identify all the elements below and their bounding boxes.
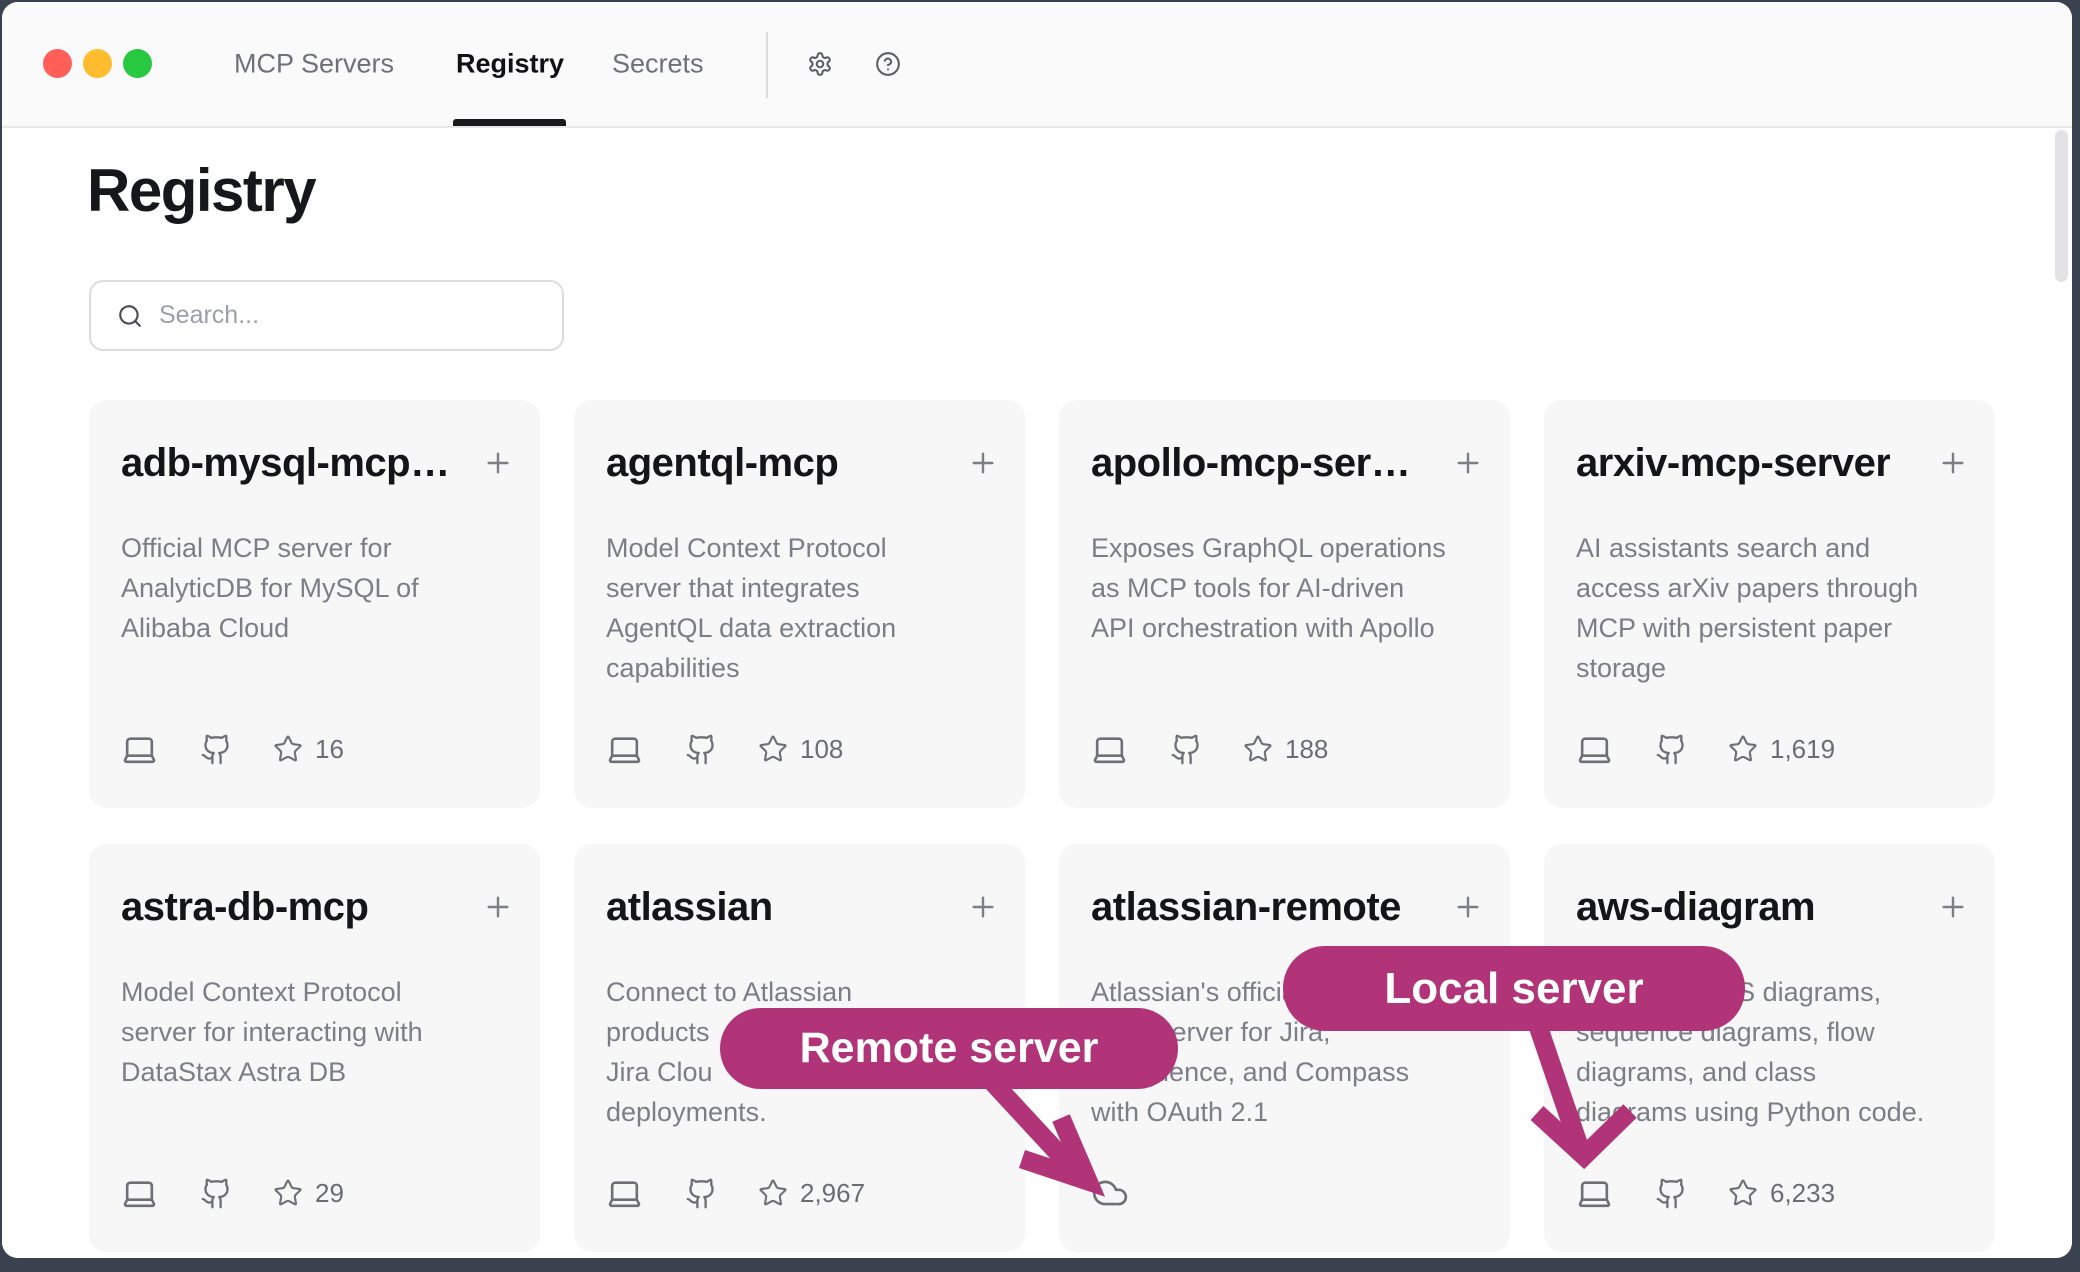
server-card-aws-diagram[interactable]: aws-diagram Generate AWS diagrams,sequen… <box>1544 844 1995 1252</box>
search-input[interactable] <box>159 282 548 349</box>
server-card-agentql-mcp[interactable]: agentql-mcp Model Context Protocolserver… <box>574 400 1025 808</box>
server-card-apollo-mcp-server[interactable]: apollo-mcp-ser… Exposes GraphQL operatio… <box>1059 400 1510 808</box>
server-name: arxiv-mcp-server <box>1576 441 1890 486</box>
laptop-icon <box>121 731 158 768</box>
window-minimize-button[interactable] <box>83 49 112 78</box>
star-count: 6,233 <box>1770 1178 1835 1209</box>
server-card-adb-mysql-mcp[interactable]: adb-mysql-mcp… Official MCP server forAn… <box>89 400 540 808</box>
star-icon <box>273 734 303 764</box>
star-count: 2,967 <box>800 1178 865 1209</box>
laptop-icon <box>1091 731 1128 768</box>
star-count: 16 <box>315 734 344 765</box>
star-icon <box>1728 734 1758 764</box>
server-name: atlassian <box>606 885 773 930</box>
tab-registry[interactable]: Registry <box>456 49 564 80</box>
search-icon <box>117 303 143 329</box>
server-name: adb-mysql-mcp… <box>121 441 450 486</box>
window-zoom-button[interactable] <box>123 49 152 78</box>
server-description: Model Context Protocolserver that integr… <box>606 528 999 688</box>
add-server-button[interactable] <box>1452 447 1484 479</box>
server-card-arxiv-mcp-server[interactable]: arxiv-mcp-server AI assistants search an… <box>1544 400 1995 808</box>
star-icon <box>1728 1178 1758 1208</box>
page-title: Registry <box>87 156 315 225</box>
add-server-button[interactable] <box>1937 447 1969 479</box>
server-description: AI assistants search andaccess arXiv pap… <box>1576 528 1969 688</box>
window-close-button[interactable] <box>43 49 72 78</box>
scrollbar-thumb[interactable] <box>2055 130 2068 282</box>
tab-mcp-servers[interactable]: MCP Servers <box>234 49 394 80</box>
laptop-icon <box>1576 1175 1613 1212</box>
star-count: 188 <box>1285 734 1328 765</box>
github-icon[interactable] <box>200 733 233 766</box>
add-server-button[interactable] <box>1937 891 1969 923</box>
active-tab-underline <box>453 119 566 126</box>
local-server-callout: Local server <box>1283 946 1745 1031</box>
server-name: agentql-mcp <box>606 441 838 486</box>
add-server-button[interactable] <box>1452 891 1484 923</box>
star-count: 29 <box>315 1178 344 1209</box>
add-server-button[interactable] <box>967 447 999 479</box>
star-icon <box>758 1178 788 1208</box>
search-box[interactable] <box>89 280 564 351</box>
github-icon[interactable] <box>1170 733 1203 766</box>
github-icon[interactable] <box>200 1177 233 1210</box>
add-server-button[interactable] <box>482 891 514 923</box>
github-icon[interactable] <box>1655 733 1688 766</box>
star-icon <box>758 734 788 764</box>
help-icon[interactable] <box>875 51 901 77</box>
toolbar: MCP Servers Registry Secrets <box>2 2 2072 128</box>
server-name: atlassian-remote <box>1091 885 1401 930</box>
laptop-icon <box>1576 731 1613 768</box>
laptop-icon <box>606 731 643 768</box>
github-icon[interactable] <box>685 733 718 766</box>
github-icon[interactable] <box>1655 1177 1688 1210</box>
star-count: 108 <box>800 734 843 765</box>
cloud-icon <box>1091 1174 1129 1212</box>
laptop-icon <box>606 1175 643 1212</box>
tab-secrets[interactable]: Secrets <box>612 49 704 80</box>
server-description: Exposes GraphQL operationsas MCP tools f… <box>1091 528 1484 648</box>
server-name: apollo-mcp-ser… <box>1091 441 1410 486</box>
star-count: 1,619 <box>1770 734 1835 765</box>
remote-server-callout: Remote server <box>720 1008 1178 1089</box>
settings-gear-icon[interactable] <box>807 51 833 77</box>
star-icon <box>273 1178 303 1208</box>
server-name: aws-diagram <box>1576 885 1815 930</box>
toolbar-divider <box>766 32 768 98</box>
server-name: astra-db-mcp <box>121 885 368 930</box>
server-card-grid: adb-mysql-mcp… Official MCP server forAn… <box>89 400 1995 1252</box>
github-icon[interactable] <box>685 1177 718 1210</box>
laptop-icon <box>121 1175 158 1212</box>
app-window: MCP Servers Registry Secrets Registry <box>2 2 2072 1258</box>
server-description: Official MCP server forAnalyticDB for My… <box>121 528 514 648</box>
add-server-button[interactable] <box>967 891 999 923</box>
server-description: Model Context Protocolserver for interac… <box>121 972 514 1092</box>
star-icon <box>1243 734 1273 764</box>
server-card-astra-db-mcp[interactable]: astra-db-mcp Model Context Protocolserve… <box>89 844 540 1252</box>
add-server-button[interactable] <box>482 447 514 479</box>
